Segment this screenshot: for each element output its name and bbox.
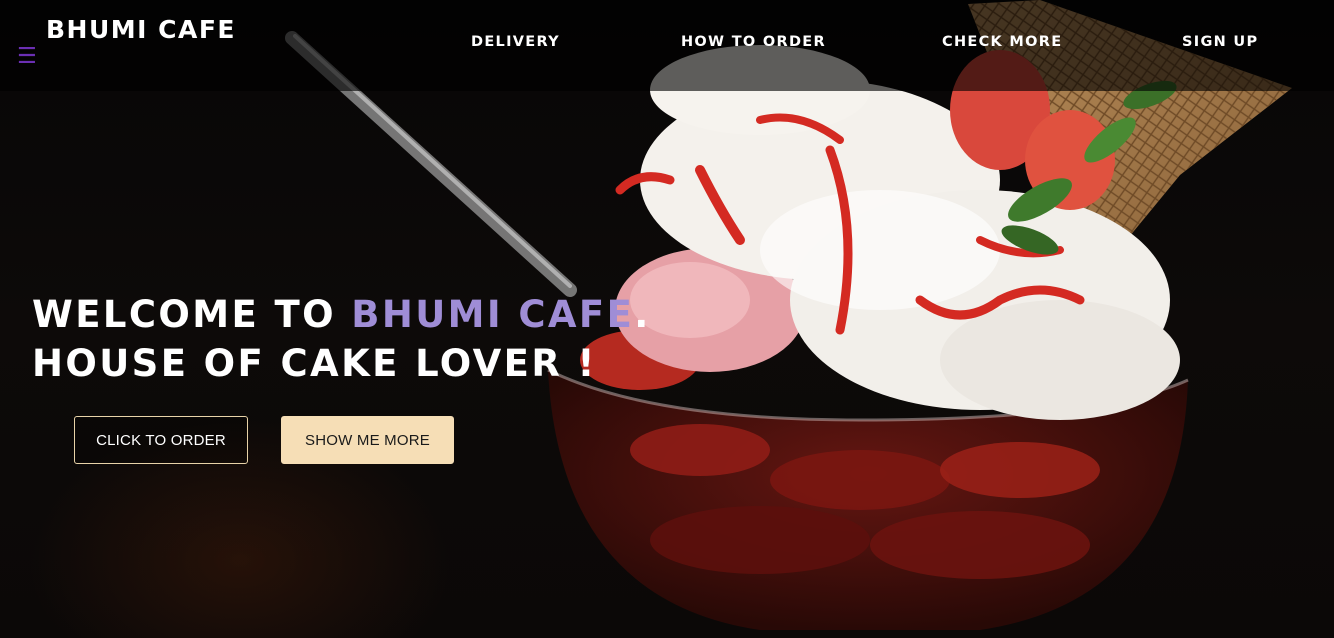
nav-link-how-to-order[interactable]: HOW TO ORDER [681,34,826,50]
click-to-order-button[interactable]: CLICK TO ORDER [74,416,248,464]
headline-line-1: WELCOME TO BHUMI CAFE. [32,290,651,339]
hamburger-menu-icon[interactable]: ☰ [17,46,37,68]
brand-logo[interactable]: BHUMI CAFE [46,15,236,44]
headline-brand-accent: BHUMI CAFE [351,293,635,336]
headline-suffix: . [634,293,651,336]
nav-link-sign-up[interactable]: SIGN UP [1182,34,1258,50]
hero-section: ☰ BHUMI CAFE DELIVERY HOW TO ORDER CHECK… [0,0,1334,638]
headline-prefix: WELCOME TO [32,293,352,336]
nav-link-check-more[interactable]: CHECK MORE [942,34,1062,50]
headline-line-2: HOUSE OF CAKE LOVER ! [32,342,597,385]
hero-headline: WELCOME TO BHUMI CAFE. HOUSE OF CAKE LOV… [32,290,651,388]
show-me-more-button[interactable]: SHOW ME MORE [281,416,454,464]
navbar: ☰ BHUMI CAFE DELIVERY HOW TO ORDER CHECK… [0,0,1334,91]
nav-link-delivery[interactable]: DELIVERY [471,34,560,50]
